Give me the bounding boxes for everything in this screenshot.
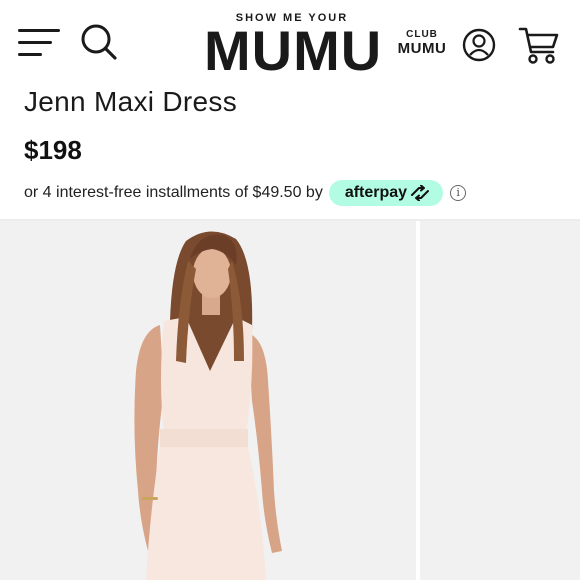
product-title: Jenn Maxi Dress: [24, 86, 238, 117]
installments-row: or 4 interest-free installments of $49.5…: [24, 180, 467, 206]
afterpay-badge[interactable]: afterpay: [328, 180, 444, 206]
product-gallery[interactable]: [0, 221, 580, 580]
product-photo-next[interactable]: [420, 221, 580, 580]
cart-button[interactable]: [518, 26, 560, 66]
club-mumu-link[interactable]: CLUB MUMU: [396, 29, 448, 57]
installments-text: or 4 interest-free installments of $49.5…: [24, 184, 323, 201]
product-price: $198: [24, 135, 82, 165]
logo-wordmark: MUMU: [204, 19, 383, 82]
menu-icon-line-top: [18, 29, 60, 32]
menu-icon-line-bottom: [18, 53, 42, 56]
afterpay-arrows-icon: [411, 185, 430, 201]
brand-logo[interactable]: SHOW ME YOUR MUMU: [204, 12, 383, 82]
menu-icon-line-middle: [18, 41, 52, 44]
site-header: SHOW ME YOUR MUMU CLUB MUMU: [0, 0, 580, 88]
search-icon: [81, 24, 117, 60]
menu-button[interactable]: [18, 27, 60, 59]
club-label: CLUB: [406, 29, 438, 40]
account-button[interactable]: [462, 28, 496, 62]
info-icon[interactable]: i: [450, 185, 467, 201]
product-photo-main[interactable]: [0, 221, 416, 580]
cart-icon: [518, 27, 559, 64]
club-wordmark: MUMU: [397, 40, 447, 57]
search-button[interactable]: [80, 23, 118, 61]
afterpay-label: afterpay: [344, 184, 408, 201]
product-page: SHOW ME YOUR MUMU CLUB MUMU Jenn Maxi Dr…: [0, 0, 580, 580]
model-photo-illustration: [134, 231, 282, 580]
account-icon: [462, 28, 496, 62]
